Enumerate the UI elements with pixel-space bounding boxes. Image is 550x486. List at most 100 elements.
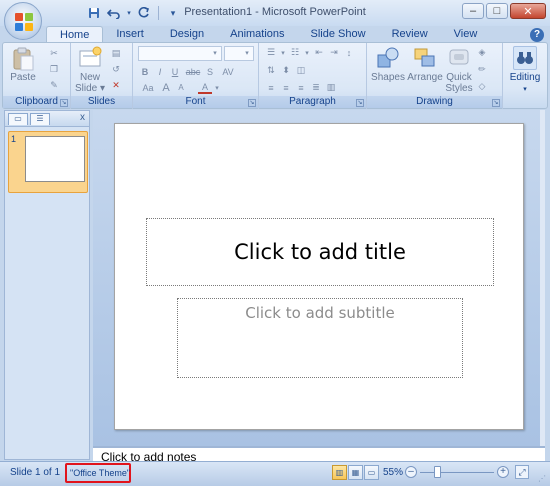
chevron-down-icon[interactable]: ▾ [303,46,311,59]
font-group-label: Font [133,96,258,108]
slide-sorter-view-icon[interactable]: ▦ [348,465,363,480]
zoom-slider-track[interactable] [420,472,494,473]
format-painter-icon[interactable]: ✎ [47,79,61,92]
cut-icon[interactable]: ✂ [47,47,61,60]
reset-icon[interactable]: ↺ [109,63,123,76]
vertical-scrollbar[interactable] [540,110,545,446]
slide-thumbnail-selected[interactable]: 1 [8,131,88,193]
tab-animations[interactable]: Animations [217,26,297,43]
layout-icon[interactable]: ▤ [109,47,123,60]
paragraph-align-row: ≡ ≡ ≡ ≣ ▥ [264,81,338,94]
increase-indent-icon[interactable]: ⇥ [327,46,341,59]
columns-icon[interactable]: ▥ [324,81,338,94]
zoom-out-icon[interactable]: – [405,466,417,478]
clipboard-launcher-icon[interactable]: ↘ [60,99,68,107]
justify-icon[interactable]: ≣ [309,81,323,94]
drawing-small-buttons: ◈ ✏ ◇ [475,46,489,93]
notes-pane[interactable]: Click to add notes [93,448,545,461]
shape-fill-icon[interactable]: ◈ [475,46,489,59]
bullets-icon[interactable]: ☰ [264,46,278,59]
new-slide-icon [77,46,103,70]
shapes-icon [375,46,401,70]
underline-button[interactable]: U [168,65,182,78]
tab-slide-show[interactable]: Slide Show [298,26,379,43]
slides-group: New Slide ▾ ▤ ↺ ✕ Slides [71,43,133,109]
smartart-icon[interactable]: ◫ [294,64,308,77]
powerpoint-window: ▾ ▾ Presentation1 - Microsoft PowerPoint… [0,0,550,486]
slide-editing-area: Click to add title Click to add subtitle [93,110,545,446]
clipboard-group: Paste ✂ ❐ ✎ Clipboard ↘ [3,43,71,109]
slide-canvas[interactable]: Click to add title Click to add subtitle [114,123,524,430]
help-icon[interactable]: ? [530,28,544,42]
slides-group-label: Slides [71,96,132,108]
shapes-label: Shapes [371,72,405,83]
drawing-launcher-icon[interactable]: ↘ [492,99,500,107]
tab-review[interactable]: Review [379,26,441,43]
shape-effects-icon[interactable]: ◇ [475,80,489,93]
close-button[interactable]: ✕ [510,3,546,19]
minimize-button[interactable]: – [462,3,484,19]
zoom-in-icon[interactable]: + [497,466,509,478]
shrink-font-button[interactable]: A [174,81,188,94]
chevron-down-icon[interactable]: ▾ [279,46,287,59]
chevron-down-icon[interactable]: ▾ [213,81,221,94]
normal-view-icon[interactable]: ▥ [332,465,347,480]
font-color-button[interactable]: A [198,81,212,94]
align-center-icon[interactable]: ≡ [279,81,293,94]
tab-view[interactable]: View [441,26,491,43]
bold-button[interactable]: B [138,65,152,78]
tab-insert[interactable]: Insert [103,26,157,43]
align-right-icon[interactable]: ≡ [294,81,308,94]
paragraph-list-row: ☰ ▾ ☷ ▾ ⇤ ⇥ ↕ [264,46,356,59]
new-slide-button[interactable]: New Slide ▾ [73,46,107,94]
font-name-combo[interactable]: ▾ [138,46,222,61]
paste-button[interactable]: Paste [6,46,40,83]
zoom-slider-thumb[interactable] [434,466,441,478]
delete-slide-icon[interactable]: ✕ [109,79,123,92]
drawing-group-label: Drawing [367,96,502,108]
slide-thumbnail[interactable] [25,136,85,182]
slides-panel: ▭ ☰ x 1 [4,110,90,460]
maximize-button[interactable]: □ [486,3,508,19]
arrange-icon [412,46,438,70]
paragraph-group-label: Paragraph [259,96,366,108]
binoculars-icon [513,46,537,70]
align-text-icon[interactable]: ⬍ [279,64,293,77]
tab-home[interactable]: Home [46,26,104,43]
panel-close-icon[interactable]: x [80,112,85,123]
outline-tab-icon[interactable]: ☰ [30,113,50,125]
shadow-button[interactable]: S [204,65,216,78]
slide-show-view-icon[interactable]: ▭ [364,465,379,480]
align-left-icon[interactable]: ≡ [264,81,278,94]
office-button[interactable] [4,2,42,40]
italic-button[interactable]: I [153,65,167,78]
character-spacing-button[interactable]: AV [217,65,239,78]
decrease-indent-icon[interactable]: ⇤ [312,46,326,59]
tab-design[interactable]: Design [157,26,217,43]
resize-grip-icon[interactable]: ⋰ [538,474,548,484]
title-placeholder[interactable]: Click to add title [146,218,494,286]
shapes-button[interactable]: Shapes [371,46,405,83]
drawing-group: Shapes Arrange Quick Styles ▾ ◈ ✏ ◇ Dra [367,43,503,109]
editing-button[interactable]: Editing ▾ [506,46,544,95]
line-spacing-icon[interactable]: ↕ [342,46,356,59]
paragraph-launcher-icon[interactable]: ↘ [356,99,364,107]
office-logo-icon [15,13,33,31]
theme-status-highlight[interactable]: "Office Theme" [65,463,131,483]
fit-to-window-icon[interactable]: ⤢ [515,465,529,479]
arrange-button[interactable]: Arrange [407,46,443,83]
grow-font-button[interactable]: A [159,81,173,94]
font-size-combo[interactable]: ▾ [224,46,254,61]
slides-tab-icon[interactable]: ▭ [8,113,28,125]
text-direction-icon[interactable]: ⇅ [264,64,278,77]
change-case-button[interactable]: Aa [138,81,158,94]
copy-icon[interactable]: ❐ [47,63,61,76]
theme-name: "Office Theme" [70,468,131,478]
shape-outline-icon[interactable]: ✏ [475,63,489,76]
numbering-icon[interactable]: ☷ [288,46,302,59]
zoom-level[interactable]: 55% [383,467,403,478]
strikethrough-button[interactable]: abc [183,65,203,78]
font-launcher-icon[interactable]: ↘ [248,99,256,107]
font-group: ▾ ▾ B I U abc S AV Aa A A A ▾ Font ↘ [133,43,259,109]
subtitle-placeholder[interactable]: Click to add subtitle [177,298,463,378]
